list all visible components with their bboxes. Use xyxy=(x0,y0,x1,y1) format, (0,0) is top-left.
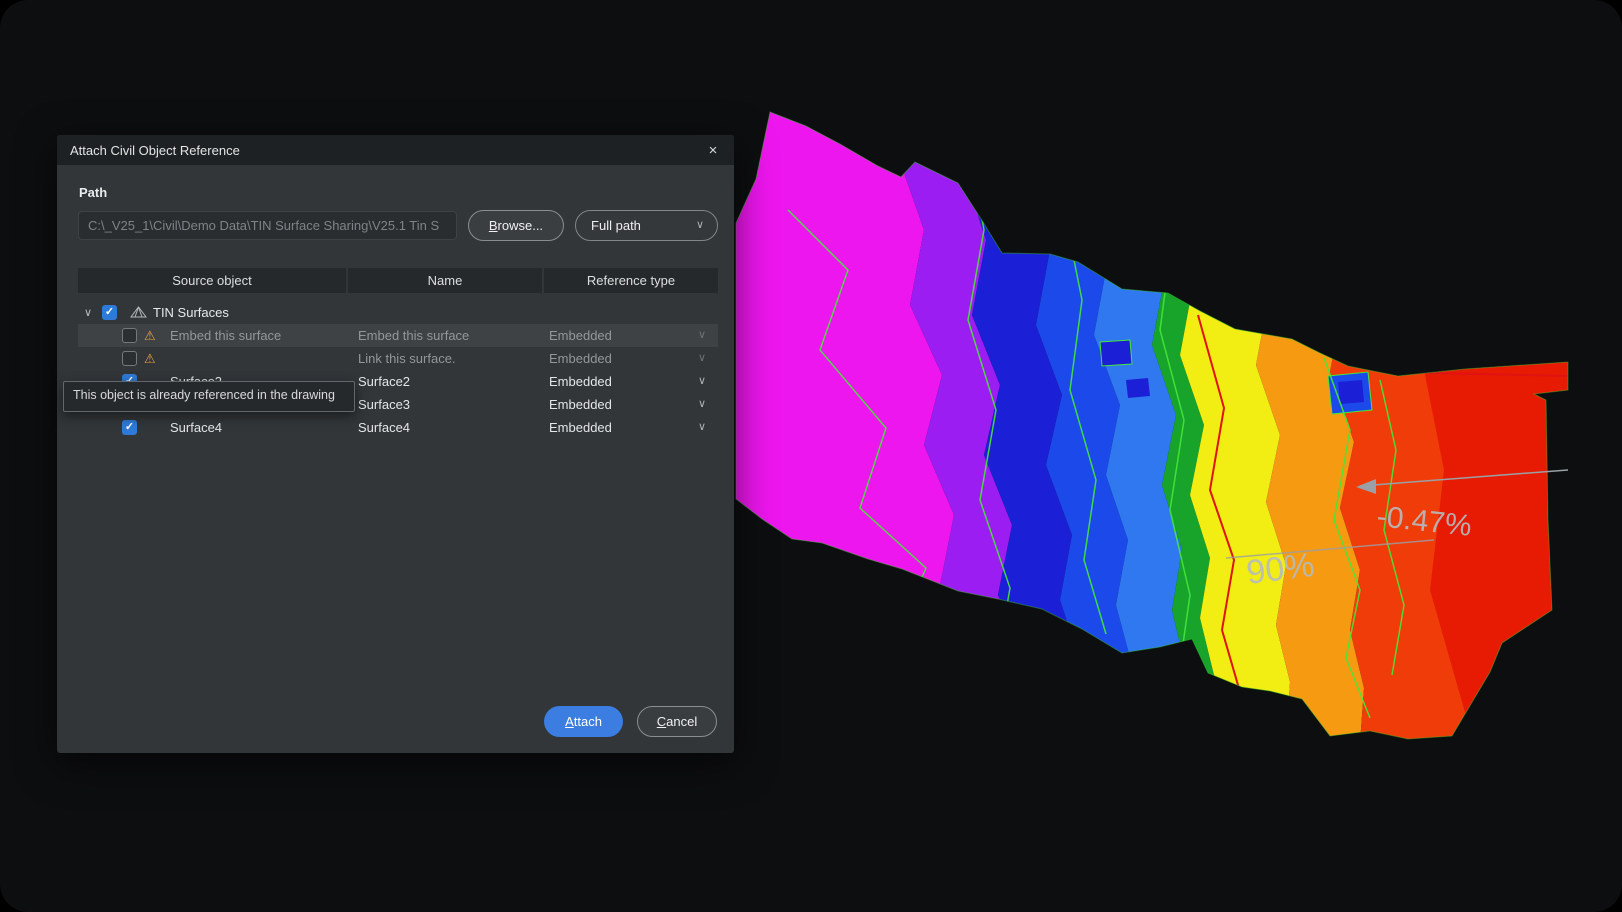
reference-type-dropdown[interactable]: Embedded ∨ xyxy=(544,420,718,435)
dialog-title: Attach Civil Object Reference xyxy=(70,143,240,158)
cancel-button[interactable]: Cancel xyxy=(637,706,717,737)
dialog-titlebar: Attach Civil Object Reference × xyxy=(57,135,734,165)
path-type-select[interactable]: Full path ∨ xyxy=(575,210,718,241)
row-checkbox[interactable] xyxy=(122,328,137,343)
expand-chevron-icon[interactable]: ∨ xyxy=(84,306,102,319)
surface-name: Surface4 xyxy=(348,420,544,435)
table-row: ⚠ Link this surface. Embedded ∨ xyxy=(78,347,718,370)
path-input[interactable] xyxy=(78,211,457,240)
table-row: ✓ Surface4 Surface4 Embedded ∨ xyxy=(78,416,718,439)
reference-type-dropdown[interactable]: Embedded ∨ xyxy=(544,328,718,343)
tooltip: This object is already referenced in the… xyxy=(63,381,355,412)
reference-type-dropdown[interactable]: Embedded ∨ xyxy=(544,374,718,389)
drawing-viewport[interactable]: -0.47% 90% xyxy=(728,90,1572,758)
warning-icon: ⚠ xyxy=(144,329,156,342)
group-label: TIN Surfaces xyxy=(153,305,229,320)
application-window: -0.47% 90% Attach Civil Object Reference… xyxy=(0,0,1622,912)
chevron-down-icon: ∨ xyxy=(696,220,704,231)
chevron-down-icon: ∨ xyxy=(698,353,706,364)
tin-surfaces-group-row: ∨ ✓ TIN Surfaces xyxy=(78,301,718,324)
browse-button[interactable]: Browse... xyxy=(468,210,564,241)
surface-name: Link this surface. xyxy=(348,351,544,366)
chevron-down-icon: ∨ xyxy=(698,399,706,410)
reference-type-dropdown[interactable]: Embedded ∨ xyxy=(544,351,718,366)
header-reference-type: Reference type xyxy=(544,268,718,293)
source-object: Embed this surface xyxy=(170,328,281,343)
warning-icon: ⚠ xyxy=(144,352,156,365)
chevron-down-icon: ∨ xyxy=(698,330,706,341)
group-checkbox[interactable]: ✓ xyxy=(102,305,117,320)
close-button[interactable]: × xyxy=(702,139,724,161)
path-label: Path xyxy=(79,185,718,200)
row-checkbox[interactable] xyxy=(122,351,137,366)
close-icon: × xyxy=(709,142,718,159)
tin-surface-color-bands xyxy=(728,90,1572,758)
source-object: Surface4 xyxy=(170,420,222,435)
chevron-down-icon: ∨ xyxy=(698,376,706,387)
attach-button[interactable]: Attach xyxy=(544,706,623,737)
reference-table: Source object Name Reference type ∨ ✓ xyxy=(78,268,718,439)
header-source-object: Source object xyxy=(78,268,346,293)
surface-name: Surface3 xyxy=(348,397,544,412)
row-checkbox[interactable]: ✓ xyxy=(122,420,137,435)
reference-type-dropdown[interactable]: Embedded ∨ xyxy=(544,397,718,412)
surface-name: Embed this surface xyxy=(348,328,544,343)
surface-name: Surface2 xyxy=(348,374,544,389)
path-type-value: Full path xyxy=(591,218,641,233)
attach-civil-object-reference-dialog: Attach Civil Object Reference × Path Bro… xyxy=(57,135,734,753)
header-name: Name xyxy=(348,268,542,293)
table-row: ⚠ Embed this surface Embed this surface … xyxy=(78,324,718,347)
tin-surface-icon xyxy=(130,306,147,320)
chevron-down-icon: ∨ xyxy=(698,422,706,433)
